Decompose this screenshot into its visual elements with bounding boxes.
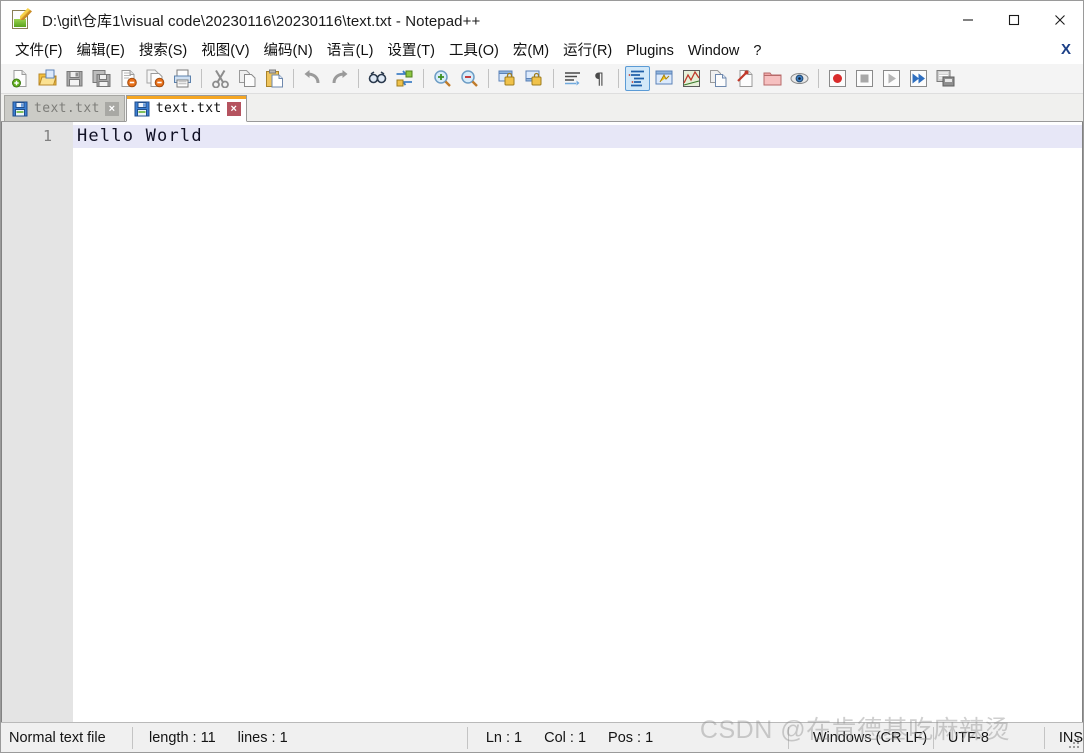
menu-plugins[interactable]: Plugins — [619, 40, 681, 63]
status-bar: Normal text file length : 11 lines : 1 L… — [1, 722, 1083, 752]
menu-run[interactable]: 运行(R) — [556, 40, 619, 63]
save-all-icon[interactable] — [89, 66, 114, 91]
svg-text:¶: ¶ — [594, 69, 604, 88]
menu-window[interactable]: Window — [681, 40, 747, 63]
minimize-button[interactable] — [945, 1, 991, 39]
close-button[interactable] — [1037, 1, 1083, 39]
toolbar-separator — [201, 69, 202, 88]
menu-language[interactable]: 语言(L) — [320, 40, 381, 63]
status-caret-position: Ln : 1 Col : 1 Pos : 1 — [468, 723, 788, 753]
menu-help[interactable]: ? — [746, 40, 768, 63]
menu-view[interactable]: 视图(V) — [194, 40, 256, 63]
document-list-icon[interactable] — [706, 66, 731, 91]
toolbar-separator — [488, 69, 489, 88]
resize-grip[interactable] — [1068, 737, 1080, 749]
user-defined-language-icon[interactable] — [652, 66, 677, 91]
zoom-in-icon[interactable] — [430, 66, 455, 91]
title-bar: D:\git\仓库1\visual code\20230116\20230116… — [1, 1, 1083, 39]
saved-file-icon — [134, 101, 150, 117]
macro-playback-multiple-icon[interactable] — [906, 66, 931, 91]
tab-bar: text.txt × text.txt × — [1, 94, 1083, 122]
toolbar-separator — [358, 69, 359, 88]
tab-label: text.txt — [155, 101, 222, 116]
saved-file-icon — [12, 101, 28, 117]
macro-save-icon[interactable] — [933, 66, 958, 91]
macro-play-icon[interactable] — [879, 66, 904, 91]
window-controls — [945, 1, 1083, 39]
document-map-icon[interactable] — [679, 66, 704, 91]
status-encoding: UTF-8 — [947, 729, 989, 746]
status-lines: lines : 1 — [237, 729, 288, 746]
undo-icon[interactable] — [300, 66, 325, 91]
code-line[interactable]: Hello World — [73, 125, 1082, 148]
indent-guideline-icon[interactable] — [625, 66, 650, 91]
status-ln: Ln : 1 — [485, 729, 523, 746]
macro-stop-icon[interactable] — [852, 66, 877, 91]
status-eol-format: Windows (CR LF) — [812, 729, 928, 746]
toolbar-separator — [553, 69, 554, 88]
status-pos: Pos : 1 — [608, 729, 654, 746]
code-text-area[interactable]: Hello World — [73, 122, 1082, 722]
status-col: Col : 1 — [544, 729, 587, 746]
close-file-icon[interactable] — [116, 66, 141, 91]
toolbar-separator — [423, 69, 424, 88]
toolbar: ¶ — [1, 64, 1083, 94]
menu-macro[interactable]: 宏(M) — [506, 40, 556, 63]
sync-horizontal-scroll-icon[interactable] — [522, 66, 547, 91]
save-icon[interactable] — [62, 66, 87, 91]
macro-record-icon[interactable] — [825, 66, 850, 91]
notepad-plus-plus-window: D:\git\仓库1\visual code\20230116\20230116… — [0, 0, 1084, 753]
paste-icon[interactable] — [262, 66, 287, 91]
window-title: D:\git\仓库1\visual code\20230116\20230116… — [42, 12, 481, 30]
code-line-text: Hello World — [77, 126, 203, 146]
find-icon[interactable] — [365, 66, 390, 91]
status-file-type: Normal text file — [9, 729, 106, 746]
line-number: 1 — [42, 127, 52, 145]
function-list-icon[interactable] — [733, 66, 758, 91]
status-spacer — [288, 723, 467, 753]
close-all-files-icon[interactable] — [143, 66, 168, 91]
word-wrap-icon[interactable] — [560, 66, 585, 91]
open-file-icon[interactable] — [35, 66, 60, 91]
editor-area[interactable]: 1 Hello World — [1, 122, 1083, 722]
tab-close-icon[interactable]: × — [226, 101, 241, 116]
menu-file[interactable]: 文件(F) — [8, 40, 70, 63]
sync-vertical-scroll-icon[interactable] — [495, 66, 520, 91]
copy-icon[interactable] — [235, 66, 260, 91]
toolbar-separator — [618, 69, 619, 88]
status-length: length : 11 — [149, 729, 216, 746]
notepad-plus-plus-icon — [11, 8, 33, 31]
new-file-icon[interactable] — [8, 66, 33, 91]
cut-icon[interactable] — [208, 66, 233, 91]
menu-settings[interactable]: 设置(T) — [380, 40, 442, 63]
menu-tools[interactable]: 工具(O) — [442, 40, 506, 63]
redo-icon[interactable] — [327, 66, 352, 91]
tab-text-txt-2[interactable]: text.txt × — [125, 95, 247, 122]
tab-text-txt-1[interactable]: text.txt × — [4, 95, 125, 121]
tab-close-icon[interactable]: × — [104, 101, 119, 116]
menu-search[interactable]: 搜索(S) — [132, 40, 194, 63]
maximize-button[interactable] — [991, 1, 1037, 39]
toolbar-separator — [293, 69, 294, 88]
print-icon[interactable] — [170, 66, 195, 91]
show-all-characters-icon[interactable]: ¶ — [587, 66, 612, 91]
menu-encoding[interactable]: 编码(N) — [257, 40, 320, 63]
toolbar-separator — [818, 69, 819, 88]
menu-bar: 文件(F) 编辑(E) 搜索(S) 视图(V) 编码(N) 语言(L) 设置(T… — [1, 39, 1083, 64]
tab-label: text.txt — [34, 101, 100, 116]
replace-icon[interactable] — [392, 66, 417, 91]
close-document-button[interactable]: X — [1057, 41, 1075, 58]
line-number-gutter: 1 — [2, 122, 73, 722]
menu-edit[interactable]: 编辑(E) — [70, 40, 132, 63]
folder-as-workspace-icon[interactable] — [760, 66, 785, 91]
monitoring-icon[interactable] — [787, 66, 812, 91]
zoom-out-icon[interactable] — [457, 66, 482, 91]
